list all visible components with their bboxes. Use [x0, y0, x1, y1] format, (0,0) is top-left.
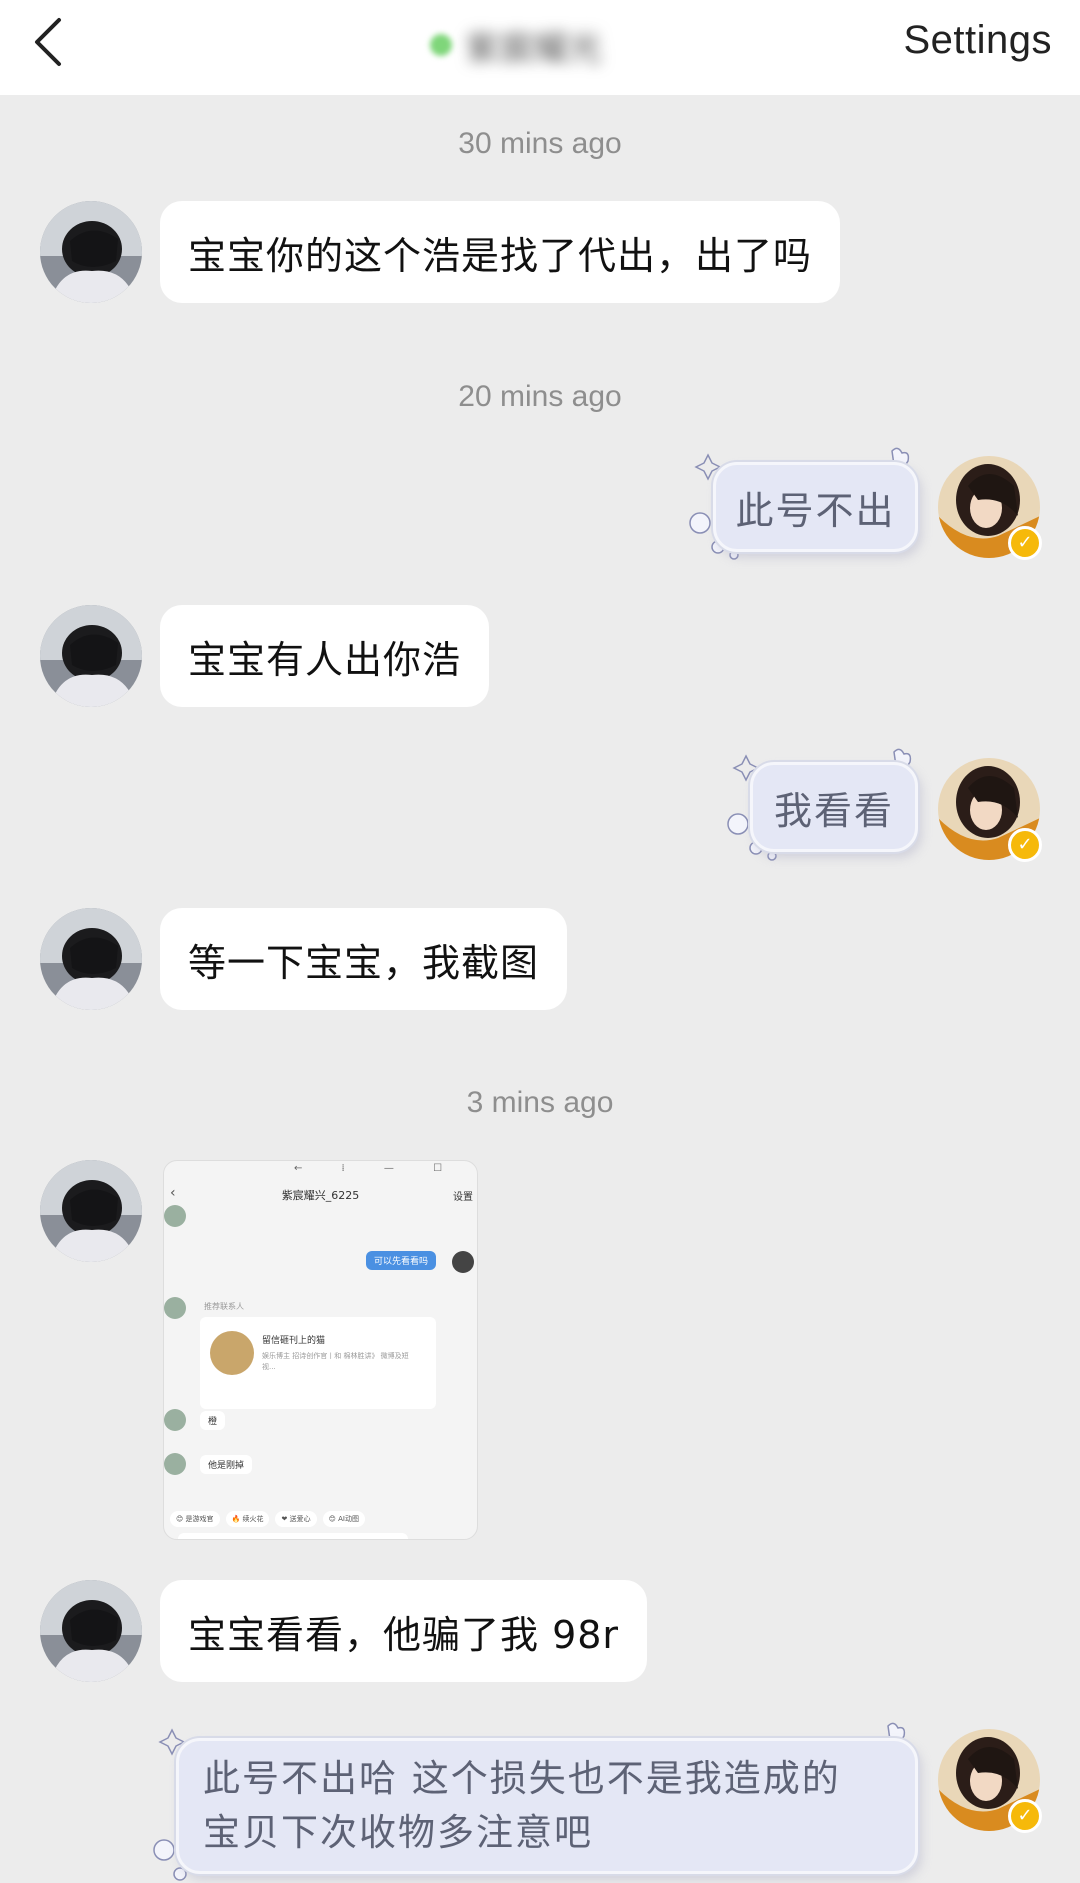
chip: ❤ 送爱心: [275, 1511, 317, 1527]
avatar-self[interactable]: ✓: [938, 758, 1042, 862]
timestamp: 20 mins ago: [458, 380, 622, 413]
settings-button[interactable]: Settings: [903, 18, 1052, 63]
message-bubble[interactable]: 此号不出: [713, 462, 918, 552]
message-bubble[interactable]: 宝宝有人出你浩: [160, 605, 490, 707]
screenshot-avatar: [164, 1297, 186, 1319]
chip: 😊 是游戏官: [170, 1511, 220, 1527]
message-line: 此号不出哈 这个损失也不是我造成的: [203, 1757, 841, 1800]
screenshot-label: 推荐联系人: [204, 1302, 244, 1311]
message-bubble[interactable]: 我看看: [750, 762, 918, 852]
screenshot-reply: 橙: [200, 1411, 226, 1430]
screenshot-settings: 设置: [453, 1192, 473, 1203]
card-avatar: [210, 1331, 254, 1375]
top-bar: 紫宸耀光 Settings: [0, 0, 1080, 95]
message-line: 宝贝下次收物多注意吧: [203, 1811, 593, 1854]
avatar[interactable]: [40, 201, 142, 303]
verified-badge-icon: ✓: [1008, 1799, 1042, 1833]
avatar-self[interactable]: ✓: [938, 456, 1042, 560]
verified-badge-icon: ✓: [1008, 526, 1042, 560]
avatar[interactable]: [40, 908, 142, 1010]
screenshot-avatar: [164, 1205, 186, 1227]
avatar[interactable]: [40, 1160, 142, 1262]
chevron-left-icon: [35, 18, 61, 66]
avatar[interactable]: [40, 605, 142, 707]
chip: 🔥 续火花: [225, 1511, 270, 1527]
timestamp: 3 mins ago: [466, 1086, 614, 1119]
timestamp: 30 mins ago: [458, 127, 622, 160]
screenshot-toolbar: ← ⁞ — ☐: [294, 1163, 461, 1174]
online-status-dot: [430, 34, 452, 56]
image-message[interactable]: ← ⁞ — ☐ ‹ 紫宸耀兴_6225 设置 可以先看看吗 推荐联系人 留信砸刊…: [163, 1160, 478, 1540]
screenshot-input: [178, 1533, 408, 1539]
avatar[interactable]: [40, 1580, 142, 1682]
back-button[interactable]: [28, 14, 68, 70]
screenshot-avatar: [164, 1409, 186, 1431]
chat-peer[interactable]: 紫宸耀光: [430, 20, 650, 70]
message-bubble[interactable]: 等一下宝宝，我截图: [160, 908, 568, 1010]
avatar-self[interactable]: ✓: [938, 1729, 1042, 1833]
peer-name: 紫宸耀光: [466, 28, 602, 69]
chip: 😊 AI动图: [322, 1511, 365, 1527]
verified-badge-icon: ✓: [1008, 828, 1042, 862]
screenshot-reply: 他是刚掉: [200, 1455, 253, 1474]
card-name: 留信砸刊上的猫: [262, 1336, 326, 1346]
screenshot-avatar: [452, 1251, 474, 1273]
screenshot-blue-message: 可以先看看吗: [366, 1251, 437, 1270]
screenshot-chips: 😊 是游戏官 🔥 续火花 ❤ 送爱心 😊 AI动图: [170, 1511, 365, 1527]
message-bubble[interactable]: 宝宝你的这个浩是找了代出，出了吗: [160, 201, 841, 303]
screenshot-title: 紫宸耀兴_6225: [281, 1189, 360, 1202]
screenshot-contact-card: 留信砸刊上的猫 娱乐博主 招诗创作官丨和 棉林胜讲》 微博及短视...: [200, 1317, 436, 1409]
message-bubble[interactable]: 宝宝看看，他骗了我 98r: [160, 1580, 648, 1682]
screenshot-avatar: [164, 1453, 186, 1475]
card-desc: 娱乐博主 招诗创作官丨和 棉林胜讲》 微博及短视...: [262, 1352, 409, 1371]
message-bubble[interactable]: 此号不出哈 这个损失也不是我造成的 宝贝下次收物多注意吧: [176, 1738, 918, 1874]
